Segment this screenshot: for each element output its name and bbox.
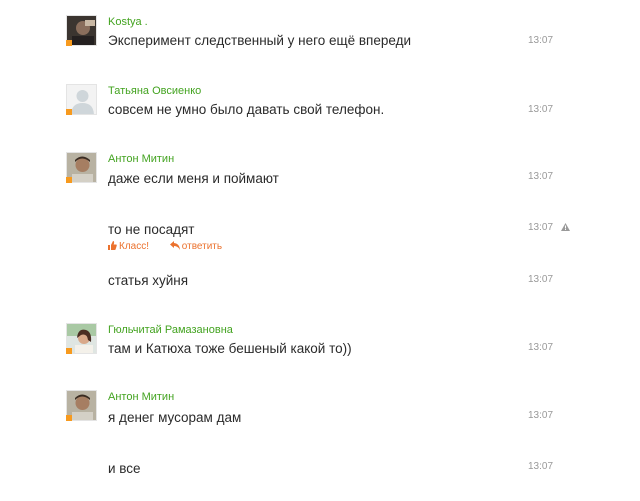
message-text: и все [108, 461, 141, 476]
message-text: совсем не умно было давать свой телефон. [108, 102, 385, 117]
message-text: то не посадят [108, 222, 195, 237]
author-name[interactable]: Антон Митин [108, 391, 174, 403]
timestamp: 13:07 [528, 461, 554, 472]
reply-button[interactable]: ответить [169, 241, 223, 252]
timestamp: 13:07 [528, 410, 554, 421]
timestamp: 13:07 [528, 342, 554, 353]
like-label: Класс! [119, 241, 149, 252]
author-name[interactable]: Татьяна Овсиенко [108, 85, 201, 97]
presence-indicator-icon [66, 177, 72, 183]
message-text: статья хуйня [108, 273, 189, 288]
timestamp: 13:07 [528, 274, 554, 285]
presence-indicator-icon [66, 109, 72, 115]
timestamp: 13:07 [528, 222, 554, 233]
message-actions: Класс! ответить [108, 241, 222, 253]
message-text: там и Катюха тоже бешеный какой то)) [108, 341, 352, 356]
presence-indicator-icon [66, 40, 72, 46]
like-button[interactable]: Класс! [108, 241, 152, 252]
reply-arrow-icon [169, 241, 180, 250]
timestamp: 13:07 [528, 104, 554, 115]
author-name[interactable]: Kostya . [108, 16, 148, 28]
author-name[interactable]: Гюльчитай Рамазановна [108, 324, 233, 336]
message-text: даже если меня и поймают [108, 171, 279, 186]
thumbs-up-icon [108, 241, 117, 250]
warning-triangle-icon[interactable] [561, 223, 570, 231]
reply-label: ответить [181, 241, 223, 252]
timestamp: 13:07 [528, 35, 554, 46]
message-text: Эксперимент следственный у него ещё впер… [108, 33, 411, 48]
timestamp: 13:07 [528, 171, 554, 182]
presence-indicator-icon [66, 415, 72, 421]
message-text: я денег мусорам дам [108, 410, 242, 425]
author-name[interactable]: Антон Митин [108, 153, 174, 165]
presence-indicator-icon [66, 348, 72, 354]
